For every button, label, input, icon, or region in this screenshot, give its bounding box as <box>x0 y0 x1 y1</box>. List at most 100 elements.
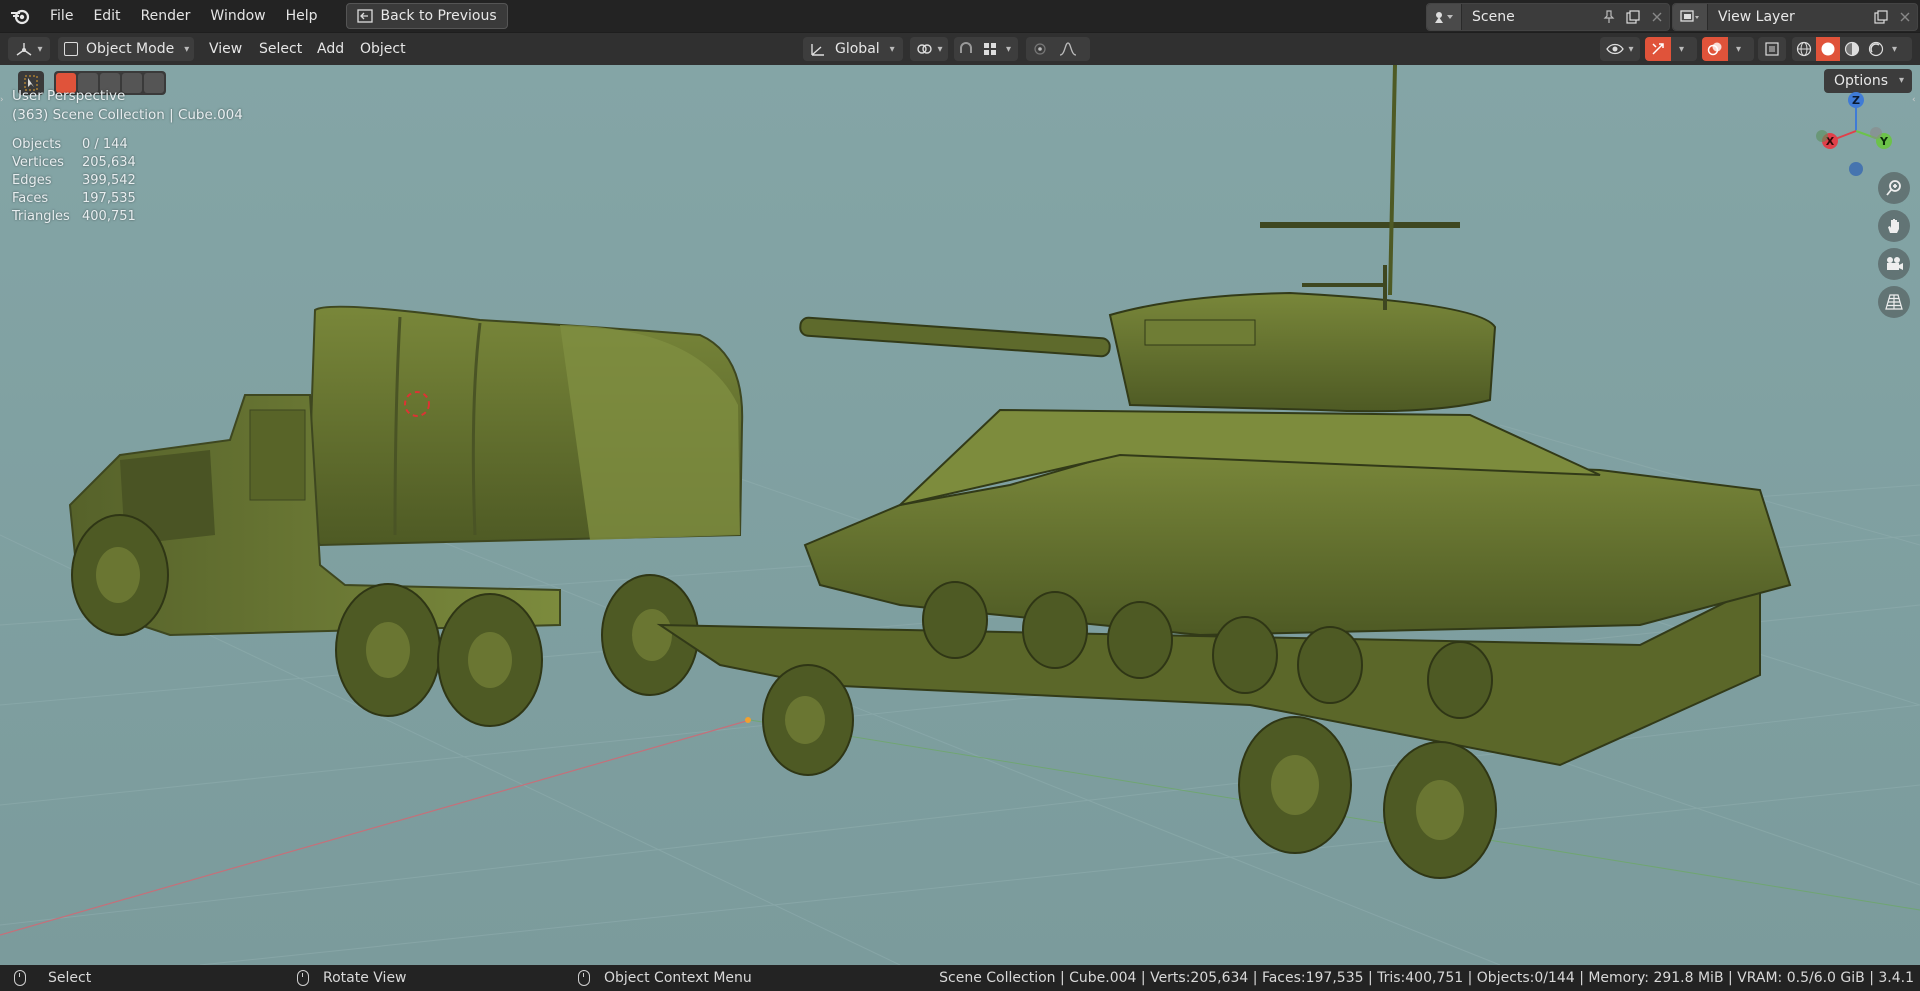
stats-triangles: Triangles 400,751 <box>12 209 136 224</box>
gizmo-z-label: Z <box>1852 94 1860 107</box>
mode-selector[interactable]: Object Mode ▾ <box>58 37 194 61</box>
grid-perspective-icon <box>1885 294 1903 310</box>
header-menu-object[interactable]: Object <box>360 33 406 65</box>
zoom-icon <box>1886 180 1901 196</box>
chevron-down-icon: ▾ <box>1736 43 1742 55</box>
status-hint-rotate: Rotate View <box>297 970 407 986</box>
status-hint-select: Select <box>14 970 91 986</box>
header-menu-add[interactable]: Add <box>317 33 344 65</box>
3d-viewport-icon <box>17 43 32 56</box>
visibility-selector[interactable]: ▾ <box>1600 37 1640 61</box>
camera-icon <box>1887 257 1903 270</box>
chevron-down-icon: ▾ <box>937 43 943 55</box>
stats-value: 399,542 <box>82 173 136 188</box>
stats-label: Objects <box>12 137 62 152</box>
viewport-collection-label: (363) Scene Collection | Cube.004 <box>12 107 243 123</box>
shading-mode-group[interactable]: ▾ <box>1792 37 1912 61</box>
chevron-down-icon: ▾ <box>1628 43 1634 55</box>
gizmo-icon[interactable] <box>1645 37 1671 61</box>
zoom-button[interactable] <box>1878 172 1910 204</box>
chevron-down-icon: ▾ <box>37 43 43 55</box>
status-hint-context-menu: Object Context Menu <box>578 970 752 986</box>
scene-name[interactable]: Scene <box>1462 9 1597 25</box>
pan-button[interactable] <box>1878 210 1910 242</box>
sidebar-expand-arrow-icon[interactable]: ‹ <box>1912 95 1920 109</box>
object-mode-icon <box>64 42 78 56</box>
menu-file[interactable]: File <box>40 0 83 32</box>
header-menu-view[interactable]: View <box>209 33 242 65</box>
transform-orientation-selector[interactable]: Global ▾ <box>803 37 903 61</box>
xray-toggle[interactable] <box>1758 37 1786 61</box>
mouse-right-icon <box>578 970 590 986</box>
snap-icon[interactable] <box>954 41 978 57</box>
remove-scene-icon[interactable] <box>1645 4 1669 30</box>
stats-vertices: Vertices 205,634 <box>12 155 136 170</box>
back-to-previous-label: Back to Previous <box>380 8 497 24</box>
rendered-shading-icon[interactable] <box>1864 41 1888 57</box>
pin-icon[interactable] <box>1597 4 1621 30</box>
mouse-left-icon <box>14 970 26 986</box>
viewport-perspective-label: User Perspective <box>12 88 126 104</box>
proportional-editing-group[interactable] <box>1026 37 1090 61</box>
scene-icon[interactable] <box>1427 4 1462 30</box>
stats-label: Vertices <box>12 155 64 170</box>
menu-edit[interactable]: Edit <box>83 0 130 32</box>
toolbar-expand-arrow-icon[interactable]: › <box>0 95 8 109</box>
view-layer-selector[interactable]: View Layer <box>1672 3 1918 31</box>
status-bar: Select Rotate View Object Context Menu S… <box>0 965 1920 991</box>
back-icon <box>356 9 373 23</box>
gizmo-toggle-group[interactable]: ▾ <box>1645 37 1697 61</box>
stats-value: 0 / 144 <box>82 137 128 152</box>
stats-label: Edges <box>12 173 52 188</box>
hand-icon <box>1888 219 1899 233</box>
hint-label: Select <box>48 970 92 986</box>
snap-increment-icon[interactable] <box>978 42 1002 56</box>
intersect-selection-icon[interactable] <box>144 73 164 93</box>
chevron-down-icon: ▾ <box>889 43 895 55</box>
viewport-canvas[interactable] <box>0 65 1920 965</box>
chevron-down-icon: ▾ <box>184 43 190 55</box>
solid-shading-icon[interactable] <box>1816 37 1840 61</box>
hint-label: Object Context Menu <box>604 970 752 986</box>
scene-selector[interactable]: Scene <box>1426 3 1670 31</box>
wireframe-shading-icon[interactable] <box>1792 41 1816 57</box>
proportional-edit-icon[interactable] <box>1026 42 1054 56</box>
mode-label: Object Mode <box>86 41 175 57</box>
camera-view-button[interactable] <box>1878 248 1910 280</box>
stats-objects: Objects 0 / 144 <box>12 137 128 152</box>
stats-edges: Edges 399,542 <box>12 173 136 188</box>
stats-value: 400,751 <box>82 209 136 224</box>
menu-render[interactable]: Render <box>131 0 201 32</box>
navigation-gizmo[interactable]: Z Y X <box>1808 83 1908 183</box>
overlay-toggle-group[interactable]: ▾ <box>1702 37 1754 61</box>
blender-logo-icon[interactable] <box>0 0 40 32</box>
pivot-icon <box>917 44 933 54</box>
overlays-icon[interactable] <box>1702 37 1728 61</box>
remove-view-layer-icon[interactable] <box>1893 4 1917 30</box>
material-preview-icon[interactable] <box>1840 41 1864 57</box>
new-view-layer-icon[interactable] <box>1869 4 1893 30</box>
chevron-down-icon: ▾ <box>1679 43 1685 55</box>
header-menu-select[interactable]: Select <box>259 33 302 65</box>
toggle-perspective-button[interactable] <box>1878 286 1910 318</box>
menu-window[interactable]: Window <box>200 0 275 32</box>
back-to-previous-button[interactable]: Back to Previous <box>345 3 508 29</box>
hint-label: Rotate View <box>323 970 407 986</box>
status-info: Scene Collection | Cube.004 | Verts:205,… <box>939 970 1914 986</box>
mouse-middle-icon <box>297 970 309 986</box>
pivot-point-selector[interactable]: ▾ <box>910 37 948 61</box>
falloff-icon[interactable] <box>1054 42 1082 56</box>
stats-value: 205,634 <box>82 155 136 170</box>
new-scene-icon[interactable] <box>1621 4 1645 30</box>
editor-type-selector[interactable]: ▾ <box>8 37 50 61</box>
chevron-down-icon: ▾ <box>1892 43 1898 55</box>
orientation-icon <box>811 44 824 56</box>
chevron-down-icon: ▾ <box>1006 43 1012 55</box>
menu-help[interactable]: Help <box>276 0 328 32</box>
view-layer-name[interactable]: View Layer <box>1708 9 1869 25</box>
stats-label: Triangles <box>12 209 70 224</box>
view-layer-icon[interactable] <box>1673 4 1708 30</box>
snapping-group[interactable]: ▾ <box>954 37 1018 61</box>
stats-value: 197,535 <box>82 191 136 206</box>
3d-viewport[interactable]: Options ▾ User Perspective (363) Scene C… <box>0 65 1920 965</box>
